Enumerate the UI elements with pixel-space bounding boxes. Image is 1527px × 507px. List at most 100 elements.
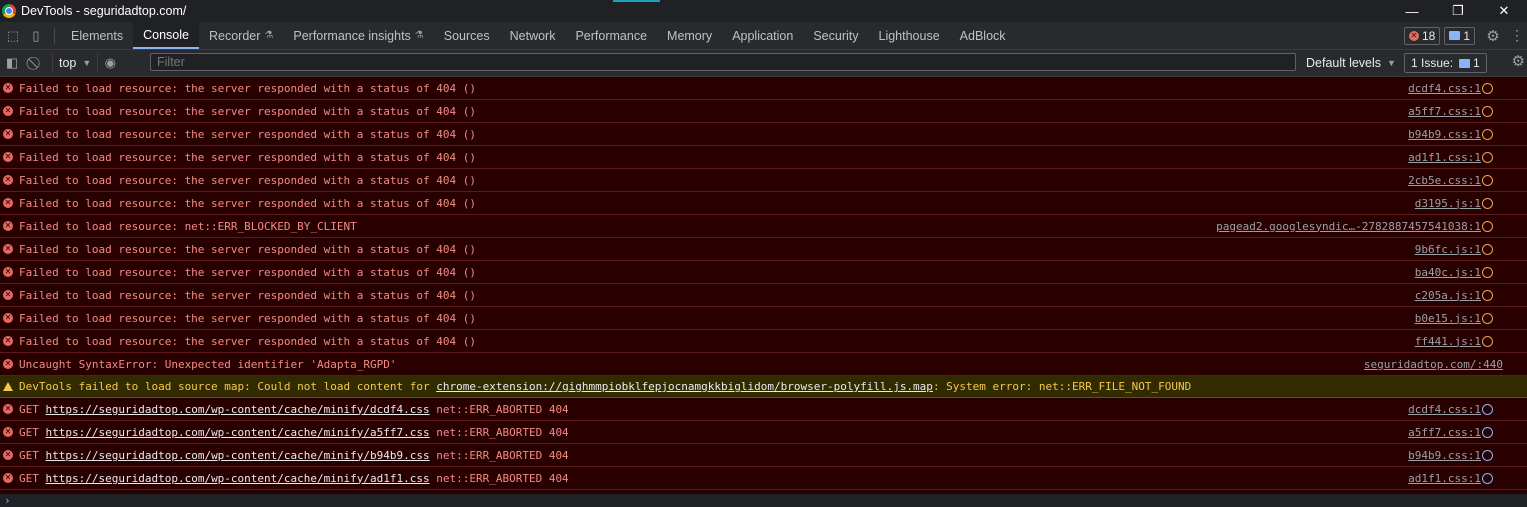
maximize-button[interactable]: ❐ bbox=[1435, 0, 1481, 22]
network-request-icon[interactable] bbox=[1482, 197, 1493, 209]
network-request-icon[interactable] bbox=[1482, 82, 1493, 94]
device-toolbar-icon[interactable]: ▯ bbox=[26, 26, 46, 46]
console-error-row[interactable]: ✕ Uncaught SyntaxError: Unexpected identi… bbox=[0, 353, 1527, 376]
error-icon: ✕ bbox=[3, 473, 13, 483]
network-request-icon[interactable] bbox=[1482, 128, 1493, 140]
message-link[interactable]: https://seguridadtop.com/wp-content/cach… bbox=[46, 449, 430, 462]
source-link[interactable]: ba40c.js:1 bbox=[1415, 266, 1481, 279]
source-link[interactable]: c205a.js:1 bbox=[1415, 289, 1481, 302]
tab-console[interactable]: Console bbox=[133, 22, 199, 49]
issues-label: 1 Issue: bbox=[1411, 56, 1454, 70]
network-request-icon[interactable] bbox=[1482, 335, 1493, 347]
message-text: Failed to load resource: the server resp… bbox=[19, 81, 476, 95]
request-method: GET bbox=[19, 425, 46, 439]
message-text: Uncaught SyntaxError: Unexpected identif… bbox=[19, 357, 397, 371]
clear-console-icon[interactable]: ⃠ bbox=[24, 55, 48, 71]
console-error-row[interactable]: ✕ Failed to load resource: the server res… bbox=[0, 100, 1527, 123]
network-request-icon[interactable] bbox=[1482, 174, 1493, 186]
console-error-row[interactable]: ✕ Failed to load resource: the server res… bbox=[0, 284, 1527, 307]
message-link[interactable]: https://seguridadtop.com/wp-content/cach… bbox=[46, 426, 430, 439]
live-expression-eye-icon[interactable]: ◉ bbox=[98, 55, 122, 71]
message-text: Failed to load resource: the server resp… bbox=[19, 311, 476, 325]
sidebar-toggle-icon[interactable]: ◧ bbox=[0, 55, 24, 71]
message-link[interactable]: chrome-extension://gighmmpiobklfepjocnam… bbox=[436, 380, 933, 393]
source-link[interactable]: a5ff7.css:1 bbox=[1408, 105, 1481, 118]
source-link[interactable]: dcdf4.css:1 bbox=[1408, 403, 1481, 416]
network-request-icon[interactable] bbox=[1482, 105, 1493, 117]
console-error-row[interactable]: ✕ Failed to load resource: net::ERR_BLOCK… bbox=[0, 215, 1527, 238]
tab-lighthouse[interactable]: Lighthouse bbox=[869, 22, 950, 49]
tab-label: Security bbox=[813, 28, 859, 43]
experimental-flask-icon: ⚗ bbox=[414, 30, 424, 41]
inspect-element-icon[interactable]: ⬚ bbox=[3, 26, 23, 46]
network-request-icon[interactable] bbox=[1482, 312, 1493, 324]
message-link[interactable]: https://seguridadtop.com/wp-content/cach… bbox=[46, 403, 430, 416]
console-error-row[interactable]: ✕ Failed to load resource: the server res… bbox=[0, 192, 1527, 215]
tab-elements[interactable]: Elements bbox=[61, 22, 133, 49]
tab-adblock[interactable]: AdBlock bbox=[950, 22, 1016, 49]
console-error-row[interactable]: ✕ GET https://seguridadtop.com/wp-content… bbox=[0, 398, 1527, 421]
network-request-icon[interactable] bbox=[1482, 266, 1493, 278]
console-error-row[interactable]: ✕ Failed to load resource: the server res… bbox=[0, 261, 1527, 284]
console-error-row[interactable]: ✕ GET https://seguridadtop.com/wp-content… bbox=[0, 467, 1527, 490]
settings-gear-icon[interactable]: ⚙ bbox=[1479, 27, 1507, 45]
tab-security[interactable]: Security bbox=[803, 22, 868, 49]
console-error-row[interactable]: ✕ GET https://seguridadtop.com/wp-content… bbox=[0, 421, 1527, 444]
network-request-icon[interactable] bbox=[1482, 220, 1493, 232]
console-error-row[interactable]: ✕ Failed to load resource: the server res… bbox=[0, 169, 1527, 192]
log-levels-dropdown[interactable]: Default levels ▼ bbox=[1306, 53, 1396, 73]
console-error-row[interactable]: ✕ Failed to load resource: the server res… bbox=[0, 123, 1527, 146]
close-button[interactable]: ✕ bbox=[1481, 0, 1527, 22]
console-warning-row[interactable]: ✕ DevTools failed to load source map: Cou… bbox=[0, 376, 1527, 398]
message-link[interactable]: https://seguridadtop.com/wp-content/cach… bbox=[46, 472, 430, 485]
console-error-row[interactable]: ✕ GET https://seguridadtop.com/wp-content… bbox=[0, 444, 1527, 467]
network-request-icon[interactable] bbox=[1482, 472, 1493, 484]
source-link[interactable]: seguridadtop.com/:440 bbox=[1364, 358, 1503, 371]
source-link[interactable]: ff441.js:1 bbox=[1415, 335, 1481, 348]
source-link[interactable]: pagead2.googlesyndic…-2782887457541038:1 bbox=[1216, 220, 1481, 233]
message-suffix: net::ERR_ABORTED 404 bbox=[429, 425, 569, 439]
network-request-icon[interactable] bbox=[1482, 243, 1493, 255]
source-link[interactable]: 2cb5e.css:1 bbox=[1408, 174, 1481, 187]
tab-application[interactable]: Application bbox=[722, 22, 803, 49]
tab-recorder[interactable]: Recorder ⚗ bbox=[199, 22, 283, 49]
source-link[interactable]: d3195.js:1 bbox=[1415, 197, 1481, 210]
console-settings-gear-icon[interactable]: ⚙ bbox=[1512, 52, 1525, 70]
message-count-badge[interactable]: 1 bbox=[1444, 26, 1475, 45]
filter-input[interactable] bbox=[150, 53, 1296, 71]
tab-performance[interactable]: Performance bbox=[565, 22, 657, 49]
source-link[interactable]: b94b9.css:1 bbox=[1408, 449, 1481, 462]
error-icon: ✕ bbox=[3, 267, 13, 277]
network-request-icon[interactable] bbox=[1482, 403, 1493, 415]
network-request-icon[interactable] bbox=[1482, 289, 1493, 301]
source-link[interactable]: b0e15.js:1 bbox=[1415, 312, 1481, 325]
tab-bar-right: ✕ 18 1 ⚙ ⋮ bbox=[1403, 22, 1527, 49]
source-link[interactable]: 9b6fc.js:1 bbox=[1415, 243, 1481, 256]
source-link[interactable]: b94b9.css:1 bbox=[1408, 128, 1481, 141]
context-selector[interactable]: top ▼ bbox=[52, 53, 99, 73]
issues-button[interactable]: 1 Issue: 1 bbox=[1404, 53, 1487, 73]
source-link[interactable]: ad1f1.css:1 bbox=[1408, 151, 1481, 164]
source-link[interactable]: ad1f1.css:1 bbox=[1408, 472, 1481, 485]
source-link[interactable]: a5ff7.css:1 bbox=[1408, 426, 1481, 439]
tab-network[interactable]: Network bbox=[500, 22, 566, 49]
network-request-icon[interactable] bbox=[1482, 151, 1493, 163]
error-count-badge[interactable]: ✕ 18 bbox=[1403, 26, 1441, 45]
console-error-row[interactable]: ✕ Failed to load resource: the server res… bbox=[0, 146, 1527, 169]
tab-sources[interactable]: Sources bbox=[434, 22, 500, 49]
title-accent bbox=[613, 0, 660, 2]
network-request-icon[interactable] bbox=[1482, 449, 1493, 461]
tab-memory[interactable]: Memory bbox=[657, 22, 722, 49]
tab-performance-insights[interactable]: Performance insights ⚗ bbox=[283, 22, 433, 49]
console-toolbar: ◧ ⃠ top ▼ ◉ Default levels ▼ 1 Issue: 1 ⚙ bbox=[0, 50, 1527, 77]
console-error-row[interactable]: ✕ Failed to load resource: the server res… bbox=[0, 330, 1527, 353]
console-error-row[interactable]: ✕ Failed to load resource: the server res… bbox=[0, 77, 1527, 100]
source-link[interactable]: dcdf4.css:1 bbox=[1408, 82, 1481, 95]
console-prompt[interactable]: › bbox=[0, 494, 1527, 507]
message-text: GET https://seguridadtop.com/wp-content/… bbox=[19, 472, 569, 485]
console-error-row[interactable]: ✕ Failed to load resource: the server res… bbox=[0, 238, 1527, 261]
minimize-button[interactable]: — bbox=[1389, 0, 1435, 22]
network-request-icon[interactable] bbox=[1482, 426, 1493, 438]
more-options-icon[interactable]: ⋮ bbox=[1507, 27, 1527, 44]
console-error-row[interactable]: ✕ Failed to load resource: the server res… bbox=[0, 307, 1527, 330]
